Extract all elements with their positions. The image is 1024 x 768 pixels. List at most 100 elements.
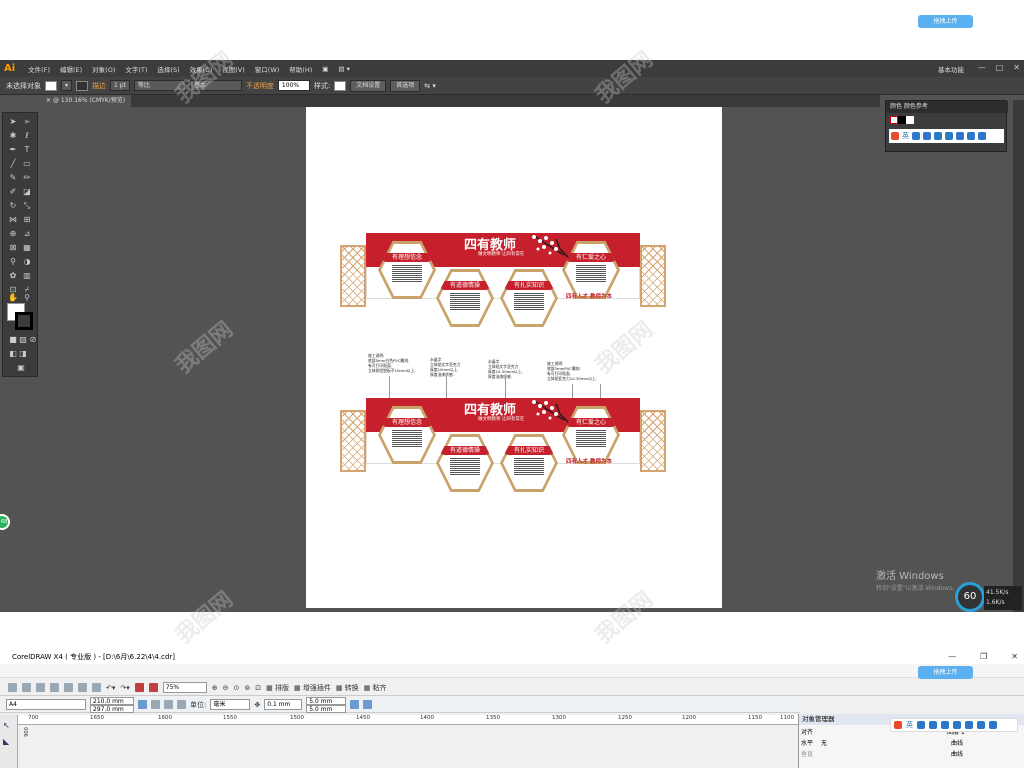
zoom-level-field[interactable]: 75% [162,682,207,693]
close-button[interactable]: ✕ [1013,63,1020,72]
close-icon[interactable]: ✕ [46,97,53,104]
drag-upload-button[interactable]: 拖拽上传 [918,666,973,679]
zoom-tool-icon[interactable]: ⚲ [21,293,33,303]
all-pages-icon[interactable] [164,700,173,709]
treat-as-filled-icon[interactable] [350,700,360,709]
stroke-weight-field[interactable]: 1 pt [110,80,130,91]
cut-icon[interactable] [64,683,73,692]
skin-icon[interactable] [977,721,985,729]
pick-tool-icon[interactable]: ↖ [3,721,10,730]
page-width-field[interactable]: 210.0 mm [90,696,134,705]
culture-wall-design-bottom[interactable]: 四有教师 做文明教师 让四有常在 有理想信念 有道德情操 有扎实知识 有仁爱之心… [340,398,666,504]
menu-window[interactable]: 窗口(W) [255,64,280,74]
shape-builder-tool-icon[interactable]: ⊕ [7,229,19,239]
options-icon[interactable] [363,700,373,709]
sogou-icon[interactable] [891,132,899,140]
minimize-button[interactable]: — [978,63,986,72]
import-icon[interactable] [134,683,144,692]
punctuation-icon[interactable] [929,721,937,729]
user-icon[interactable] [956,132,964,140]
gradient-tool-icon[interactable]: ▦ [21,243,33,253]
blend-tool-icon[interactable]: ◑ [21,257,33,267]
opacity-field[interactable]: 100% [277,80,310,91]
eyedropper-tool-icon[interactable]: ⚲ [7,257,19,267]
skin-icon[interactable] [967,132,975,140]
page-height-field[interactable]: 297.0 mm [90,704,134,713]
moon-icon[interactable] [912,132,920,140]
restore-button[interactable]: ❐ [980,650,987,664]
shape-tool-icon[interactable]: ◣ [3,737,9,746]
zoom-out-icon[interactable]: ⊖ [223,684,229,692]
object-item[interactable]: 曲线 [951,738,963,747]
copy-icon[interactable] [78,683,87,692]
plugins-button[interactable]: ▦ 增强插件 [294,683,331,693]
style-swatch[interactable] [334,80,347,91]
menu-help[interactable]: 帮助(H) [289,64,312,74]
user-icon[interactable] [965,721,973,729]
eraser-tool-icon[interactable]: ◪ [21,187,33,197]
arrange-documents-icon[interactable]: ▤ ▾ [338,65,349,73]
preferences-button[interactable]: 首选项 [390,79,421,92]
page-size-dropdown[interactable]: A4 [6,699,86,710]
menu-edit[interactable]: 编辑(E) [60,64,82,74]
column-graph-tool-icon[interactable]: ▥ [21,271,33,281]
lasso-tool-icon[interactable]: ℓ [21,131,33,141]
rectangle-tool-icon[interactable]: ▭ [21,159,33,169]
zoom-page-icon[interactable]: ⊡ [255,684,261,692]
duplicate-x-field[interactable]: 5.0 mm [306,696,347,705]
menu-select[interactable]: 选择(S) [157,64,179,74]
arrange-button[interactable]: ▦ 排版 [266,683,289,693]
bridge-icon[interactable]: ▣ [322,65,328,73]
fill-dropdown[interactable]: ▾ [61,80,73,91]
horizontal-value[interactable]: 无 [821,738,827,747]
performance-gauge[interactable]: 60 [955,582,985,612]
english-icon[interactable]: 英 [906,720,913,730]
align-options-icon[interactable]: ⇆ ▾ [424,82,436,90]
opacity-label[interactable]: 不透明度 [246,81,274,91]
magic-wand-tool-icon[interactable]: ✱ [7,131,19,141]
punctuation-icon[interactable] [923,132,931,140]
pencil-tool-icon[interactable]: ✏ [21,173,33,183]
gear-icon[interactable] [989,721,997,729]
floating-badge[interactable]: 68 [0,514,10,530]
stroke-color-box[interactable] [15,312,33,330]
blob-brush-tool-icon[interactable]: ✐ [7,187,19,197]
object-item[interactable]: 曲线 [951,749,963,758]
redo-icon[interactable]: ↷▾ [120,684,129,692]
current-page-icon[interactable] [177,700,186,709]
black-swatch[interactable] [898,116,906,124]
mesh-tool-icon[interactable]: ⊠ [7,243,19,253]
drag-upload-button[interactable]: 拖拽上传 [918,15,973,28]
workspace-switcher[interactable]: 基本功能 [938,64,964,74]
export-icon[interactable] [148,683,158,692]
direct-selection-tool-icon[interactable]: ➢ [21,117,33,127]
menu-object[interactable]: 对象(O) [92,64,115,74]
english-icon[interactable]: 英 [902,131,909,141]
paintbrush-tool-icon[interactable]: ✎ [7,173,19,183]
paste-icon[interactable] [92,683,101,692]
convert-button[interactable]: ▦ 转换 [336,683,359,693]
zoom-in-icon[interactable]: ⊕ [212,684,218,692]
menu-type[interactable]: 文字(T) [125,64,147,74]
zoom-fit-icon[interactable]: ⊙ [234,684,240,692]
moon-icon[interactable] [917,721,925,729]
save-icon[interactable] [36,683,45,692]
screen-mode-icon[interactable]: ▣ [15,363,27,373]
keyboard-icon[interactable] [941,721,949,729]
nudge-distance-field[interactable]: 0.1 mm [264,699,303,710]
zoom-selected-icon[interactable]: ⊚ [244,684,250,692]
none-swatch[interactable] [890,116,898,124]
scale-tool-icon[interactable]: ⤡ [21,201,33,211]
perspective-grid-tool-icon[interactable]: ⊿ [21,229,33,239]
draw-behind-icon[interactable]: ◨ [17,349,29,359]
free-transform-tool-icon[interactable]: ⊞ [21,215,33,225]
minimize-button[interactable]: — [948,650,956,664]
menu-file[interactable]: 文件(F) [28,64,50,74]
type-tool-icon[interactable]: T [21,145,33,155]
voice-icon[interactable] [945,132,953,140]
close-button[interactable]: ✕ [1011,650,1018,664]
paste-align-button[interactable]: ▦ 粘齐 [364,683,387,693]
document-setup-button[interactable]: 文档设置 [350,79,387,92]
sogou-icon[interactable] [894,721,902,729]
new-icon[interactable] [8,683,17,692]
